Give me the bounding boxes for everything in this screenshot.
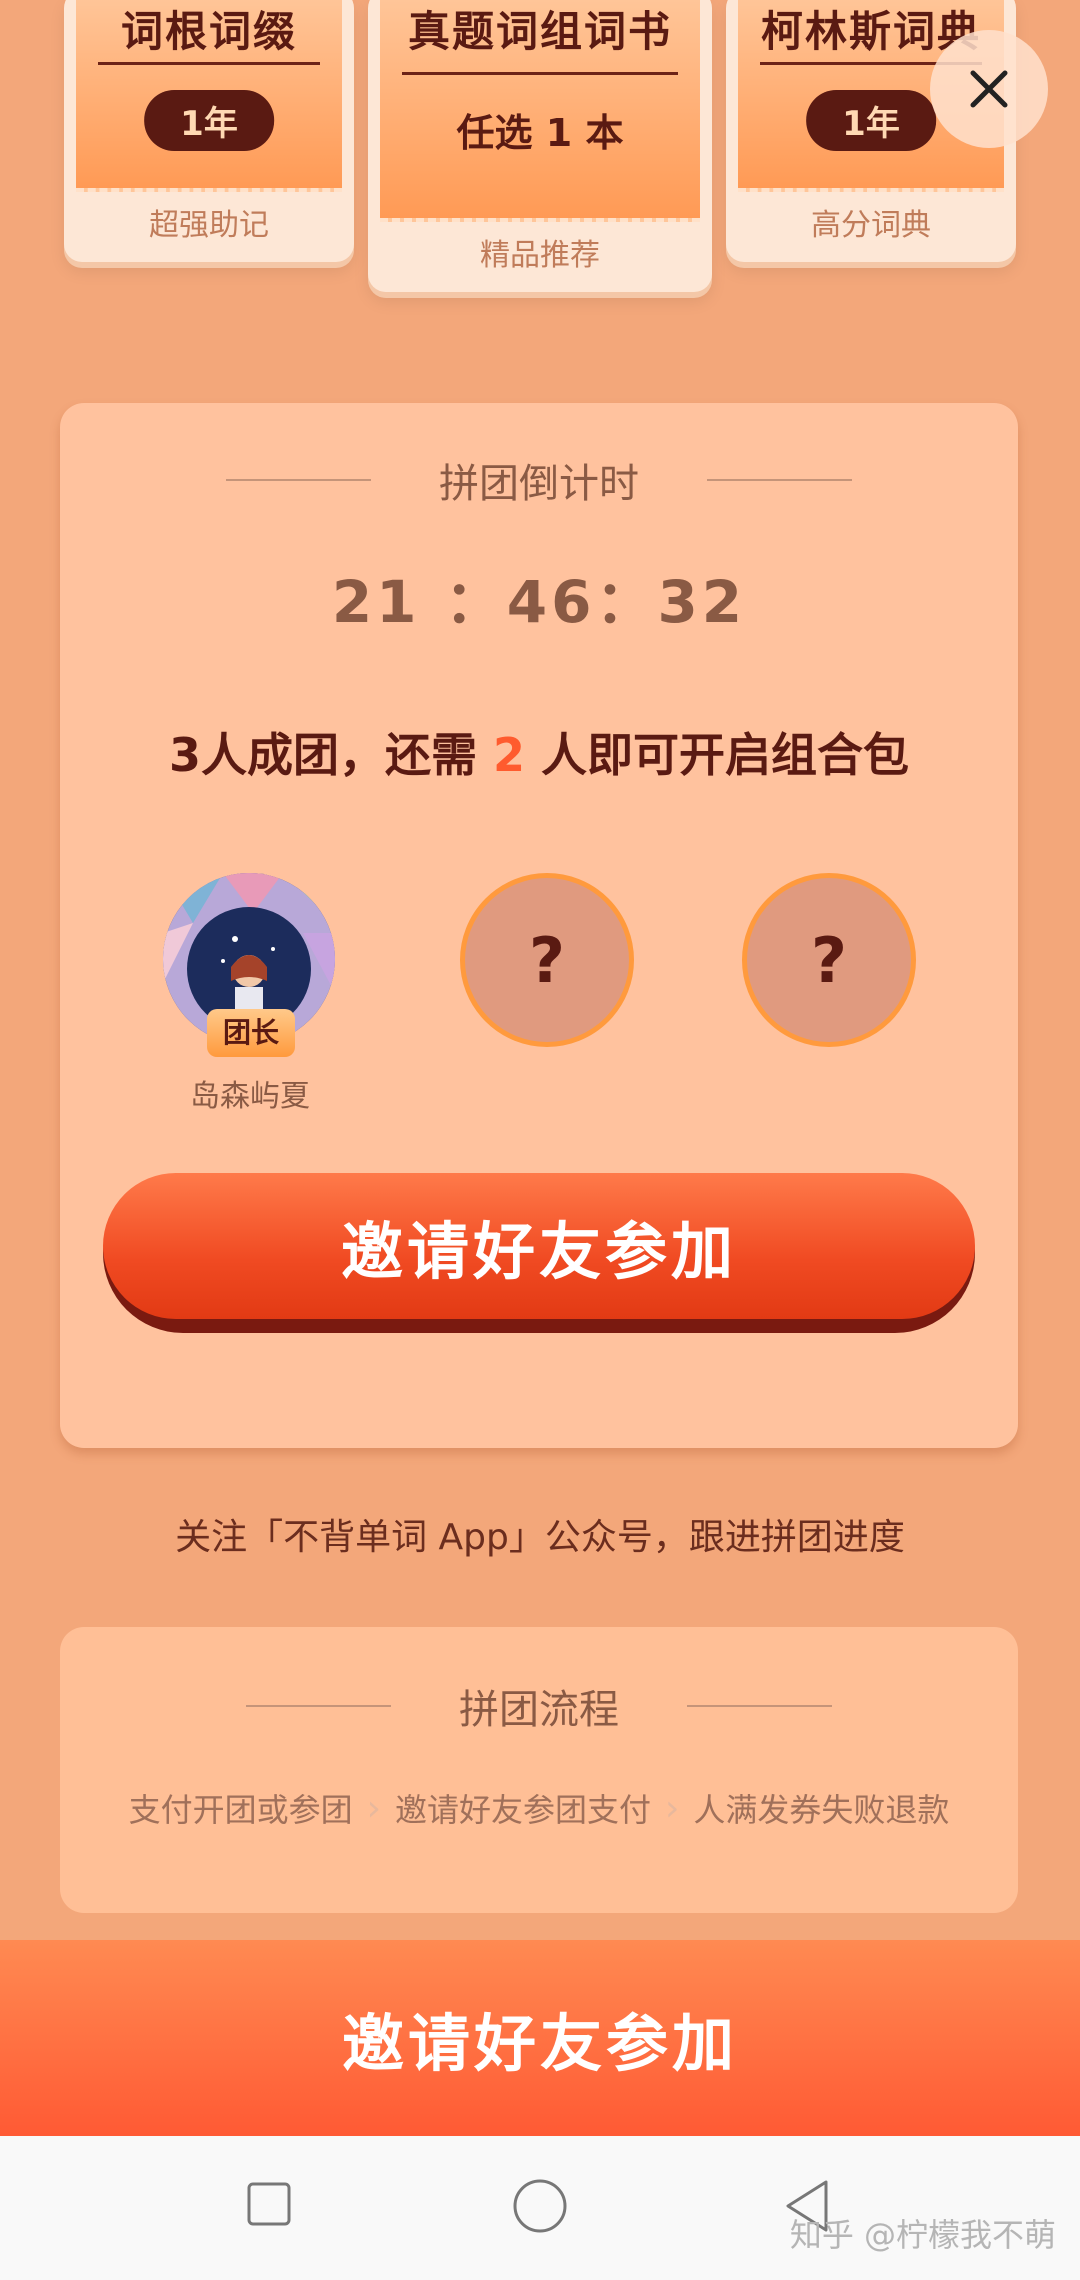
card-subtitle: 任选 1 本 [456, 111, 624, 155]
duration-badge: 1年 [806, 90, 936, 151]
bottom-invite-label: 邀请好友参加 [341, 2007, 738, 2080]
card-title: 真题词组词书 [407, 7, 672, 56]
group-panel: 拼团倒计时 21 ：46：32 3人成团，还需 2 人即可开启组合包 团长 岛森… [60, 403, 1018, 1448]
group-flow-panel: 拼团流程 支付开团或参团 › 邀请好友参团支付 › 人满发券失败退款 [60, 1627, 1018, 1913]
card-exam-phrases[interactable]: 真题词组词书 任选 1 本 精品推荐 [368, 0, 712, 292]
question-mark-icon: ? [529, 923, 565, 997]
card-footer: 高分词典 [811, 208, 931, 243]
empty-member-slot[interactable]: ? [742, 873, 916, 1047]
close-button[interactable] [930, 30, 1048, 148]
home-icon[interactable] [510, 2176, 570, 2236]
leader-badge: 团长 [207, 1009, 295, 1057]
flow-step: 邀请好友参团支付 [394, 1791, 651, 1829]
card-title: 词根词缀 [120, 7, 297, 56]
invite-friends-button[interactable]: 邀请好友参加 [103, 1173, 975, 1333]
countdown-timer: 21 ：46：32 [331, 568, 747, 636]
section-title: 拼团倒计时 [439, 461, 639, 507]
card-root-affix[interactable]: 词根词缀 1年 超强助记 [64, 0, 354, 262]
recent-apps-icon[interactable] [245, 2180, 297, 2232]
duration-badge: 1年 [144, 90, 274, 151]
remaining-count: 2 [493, 728, 526, 782]
empty-member-slot[interactable]: ? [460, 873, 634, 1047]
flow-step: 人满发券失败退款 [693, 1791, 950, 1829]
leader-name: 岛森屿夏 [190, 1079, 310, 1114]
flow-step: 支付开团或参团 [128, 1791, 353, 1829]
invite-button-label: 邀请好友参加 [103, 1173, 975, 1319]
chevron-right-icon: › [366, 1787, 381, 1829]
chevron-right-icon: › [665, 1787, 680, 1829]
flow-steps: 支付开团或参团 › 邀请好友参团支付 › 人满发券失败退款 [60, 1785, 1018, 1831]
group-headline: 3人成团，还需 2 人即可开启组合包 [168, 728, 910, 782]
system-nav-bar [0, 2136, 1080, 2280]
flow-header: 拼团流程 [60, 1677, 1018, 1735]
section-title: 拼团流程 [459, 1687, 619, 1733]
follow-account-hint: 关注「不背单词 App」公众号，跟进拼团进度 [175, 1517, 905, 1558]
countdown-header: 拼团倒计时 [60, 451, 1018, 509]
bottom-invite-button[interactable]: 邀请好友参加 [0, 1940, 1080, 2136]
watermark: 知乎 @柠檬我不萌 [789, 2216, 1056, 2254]
close-icon [970, 70, 1008, 108]
card-footer: 超强助记 [149, 208, 269, 243]
card-footer: 精品推荐 [480, 238, 600, 273]
question-mark-icon: ? [811, 923, 847, 997]
